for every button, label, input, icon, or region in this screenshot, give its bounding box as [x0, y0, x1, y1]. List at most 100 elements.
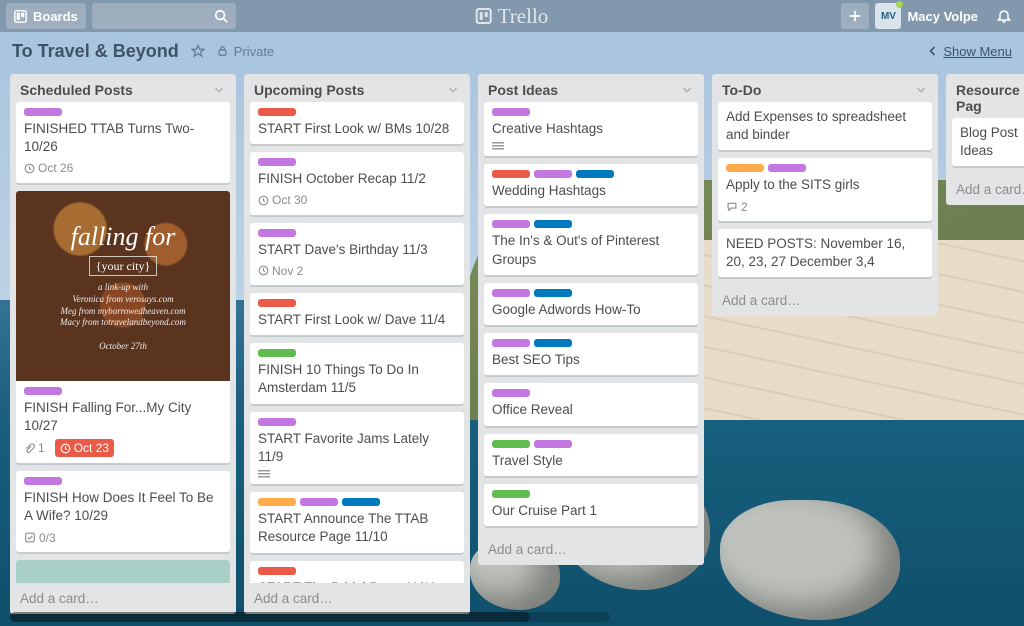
- label-purple: [258, 418, 296, 426]
- card-badges: [258, 470, 456, 478]
- create-button[interactable]: [841, 3, 869, 29]
- card[interactable]: START First Look w/ Dave 11/4: [250, 293, 464, 336]
- card-labels: [258, 567, 456, 575]
- card-labels: [24, 108, 222, 116]
- card[interactable]: FINISH 10 Things To Do In Amsterdam 11/5: [250, 343, 464, 404]
- add-card-button[interactable]: Add a card…: [712, 285, 938, 316]
- card[interactable]: START First Look w/ BMs 10/28: [250, 102, 464, 145]
- label-purple: [492, 108, 530, 116]
- add-card-button[interactable]: Add a card…: [10, 583, 236, 614]
- add-card-button[interactable]: Add a card…: [478, 534, 704, 565]
- global-header: Boards Trello MV Macy Volpe: [0, 0, 1024, 32]
- username[interactable]: Macy Volpe: [907, 9, 978, 24]
- card-badges: 0/3: [24, 530, 222, 546]
- add-card-button[interactable]: Add a card…: [244, 583, 470, 614]
- search-input[interactable]: [92, 3, 236, 29]
- badge-attach: 1: [24, 440, 45, 456]
- card-badges: Oct 26: [24, 160, 222, 176]
- boards-button[interactable]: Boards: [6, 3, 86, 29]
- board-canvas[interactable]: Scheduled PostsFINISHED TTAB Turns Two- …: [0, 70, 1024, 626]
- avatar-initials: MV: [881, 11, 896, 22]
- card[interactable]: Google Adwords How-To: [484, 283, 698, 326]
- card[interactable]: FINISH How Does It Feel To Be A Wife? 10…: [16, 471, 230, 553]
- card[interactable]: Travel Style: [484, 434, 698, 477]
- label-purple: [258, 158, 296, 166]
- privacy-indicator[interactable]: Private: [217, 44, 274, 59]
- list-menu-icon[interactable]: [914, 83, 928, 97]
- card[interactable]: Office Reveal: [484, 383, 698, 426]
- trello-logo[interactable]: Trello: [476, 4, 549, 29]
- label-orange: [258, 498, 296, 506]
- card[interactable]: Apply to the SITS girls 2: [718, 158, 932, 221]
- list-header[interactable]: To-Do: [712, 74, 938, 102]
- add-card-button[interactable]: Add a card…: [946, 174, 1024, 205]
- card-labels: [492, 170, 690, 178]
- card-title: FINISH October Recap 11/2: [258, 170, 456, 188]
- card-title: Office Reveal: [492, 401, 690, 419]
- list-menu-icon[interactable]: [212, 83, 226, 97]
- card-title: Our Cruise Part 1: [492, 502, 690, 520]
- badge-clock: Nov 2: [258, 263, 303, 279]
- list-header[interactable]: Resource Pag: [946, 74, 1024, 118]
- card[interactable]: FINISH October Recap 11/2 Oct 30: [250, 152, 464, 215]
- card-labels: [492, 220, 690, 228]
- card[interactable]: NEED POSTS: November 16, 20, 23, 27 Dece…: [718, 229, 932, 278]
- card[interactable]: START Announce The TTAB Resource Page 11…: [250, 492, 464, 553]
- show-menu-label: Show Menu: [943, 44, 1012, 59]
- card-badges: 1Oct 23: [24, 439, 222, 457]
- card-labels: [726, 164, 924, 172]
- badge-desc: [492, 142, 504, 150]
- card-title: Apply to the SITS girls: [726, 176, 924, 194]
- card[interactable]: FINISHED TTAB Turns Two- 10/26Oct 26: [16, 102, 230, 184]
- card[interactable]: START The Bridal Party 11/11: [250, 561, 464, 583]
- card-labels: [258, 349, 456, 357]
- card-labels: [258, 158, 456, 166]
- card[interactable]: falling for{your city}a link-up withVero…: [16, 191, 230, 465]
- badge-desc: [258, 470, 270, 478]
- list-header[interactable]: Upcoming Posts: [244, 74, 470, 102]
- list-menu-icon[interactable]: [446, 83, 460, 97]
- card-labels: [24, 477, 222, 485]
- card[interactable]: Creative Hashtags: [484, 102, 698, 157]
- card[interactable]: START Dave's Birthday 11/3Nov 2: [250, 223, 464, 286]
- notifications-button[interactable]: [990, 3, 1018, 29]
- label-purple: [534, 440, 572, 448]
- list-menu-icon[interactable]: [680, 83, 694, 97]
- label-green: [492, 440, 530, 448]
- horizontal-scrollbar[interactable]: [10, 612, 610, 622]
- lock-icon: [217, 45, 228, 57]
- card[interactable]: Our Cruise Part 1: [484, 484, 698, 527]
- card-title: START First Look w/ BMs 10/28: [258, 120, 456, 138]
- card[interactable]: Best SEO Tips: [484, 333, 698, 376]
- card-labels: [492, 289, 690, 297]
- label-blue: [534, 220, 572, 228]
- list-title: To-Do: [722, 82, 761, 98]
- card-labels: [258, 299, 456, 307]
- label-red: [258, 108, 296, 116]
- avatar[interactable]: MV: [875, 3, 901, 29]
- card[interactable]: Add Expenses to spreadsheet and binder: [718, 102, 932, 151]
- label-purple: [492, 289, 530, 297]
- board-name[interactable]: To Travel & Beyond: [12, 41, 179, 62]
- boards-icon: [14, 10, 27, 23]
- search-icon: [214, 9, 228, 23]
- boards-label: Boards: [33, 9, 78, 24]
- list: Scheduled PostsFINISHED TTAB Turns Two- …: [10, 74, 236, 614]
- badge-comment: 2: [726, 199, 748, 215]
- label-purple: [768, 164, 806, 172]
- card[interactable]: The In's & Out's of Pinterest Groups: [484, 214, 698, 275]
- show-menu-button[interactable]: Show Menu: [928, 44, 1012, 59]
- card[interactable]: START Favorite Jams Lately 11/9: [250, 412, 464, 485]
- card-title: The In's & Out's of Pinterest Groups: [492, 232, 690, 268]
- card[interactable]: How To: [16, 560, 230, 583]
- card-title: Creative Hashtags: [492, 120, 690, 138]
- label-blue: [534, 339, 572, 347]
- card[interactable]: Blog Post Ideas: [952, 118, 1024, 167]
- label-orange: [726, 164, 764, 172]
- list-header[interactable]: Post Ideas: [478, 74, 704, 102]
- badge-clock: Oct 30: [258, 192, 307, 208]
- label-purple: [492, 389, 530, 397]
- list-header[interactable]: Scheduled Posts: [10, 74, 236, 102]
- star-button[interactable]: [191, 44, 205, 58]
- card[interactable]: Wedding Hashtags: [484, 164, 698, 207]
